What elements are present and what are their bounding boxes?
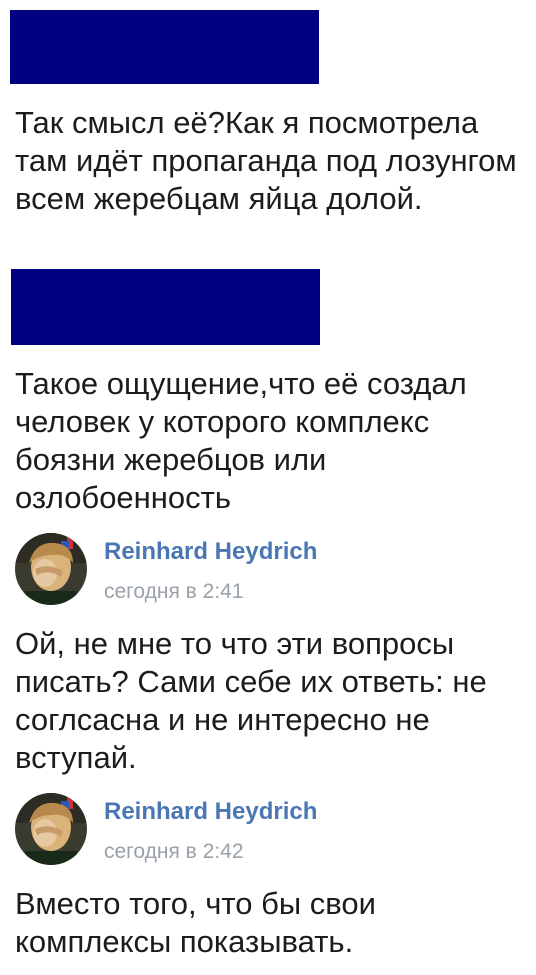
- comment-text-4: Вместо того, что бы свои комплексы показ…: [15, 886, 376, 959]
- comment-author-name[interactable]: Reinhard Heydrich: [104, 538, 317, 566]
- comment-text-3: Ой, не мне то что эти вопросы писать? Са…: [15, 626, 487, 775]
- user-avatar[interactable]: [15, 793, 87, 865]
- redacted-author-block-1: [10, 10, 319, 84]
- comment-author-name[interactable]: Reinhard Heydrich: [104, 798, 317, 826]
- redacted-author-block-2: [11, 269, 320, 345]
- comment-text-1: Так смысл её?Как я посмотрела там идёт п…: [15, 105, 517, 216]
- avatar-photo-icon: [15, 533, 87, 605]
- avatar-photo-icon: [15, 793, 87, 865]
- comment-timestamp[interactable]: сегодня в 2:42: [104, 840, 244, 864]
- user-avatar[interactable]: [15, 533, 87, 605]
- comment-timestamp[interactable]: сегодня в 2:41: [104, 580, 244, 604]
- comment-text-2: Такое ощущение,что её создал человек у к…: [15, 366, 467, 515]
